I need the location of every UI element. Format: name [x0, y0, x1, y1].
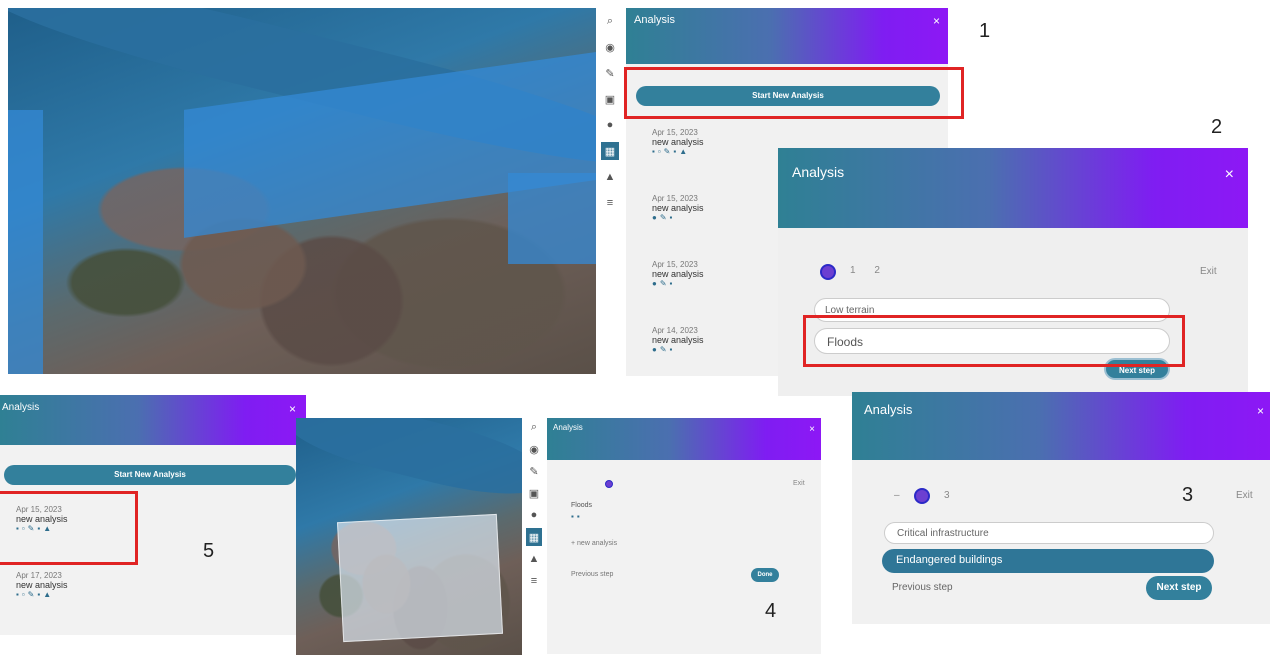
- option-endangered-buildings[interactable]: Endangered buildings: [882, 549, 1214, 573]
- item-actions[interactable]: ●✎▪: [652, 279, 782, 288]
- search-icon[interactable]: ⌕: [526, 418, 542, 436]
- analysis-panel-summary: Analysis × Exit Floods ▪▪ + new analysis…: [547, 418, 821, 654]
- menu-icon[interactable]: ≡: [601, 194, 619, 212]
- close-icon[interactable]: ×: [1257, 404, 1264, 418]
- step-label-1: 1: [979, 20, 991, 42]
- step-back-icon[interactable]: –: [894, 490, 900, 501]
- search-icon[interactable]: ⌕: [601, 12, 619, 30]
- option-label: Endangered buildings: [896, 554, 1003, 566]
- new-analysis-link[interactable]: + new analysis: [571, 540, 617, 547]
- analysis-icon[interactable]: ▦: [601, 142, 619, 160]
- highlight-box-2: [803, 315, 1185, 367]
- panel-header: Analysis ×: [778, 148, 1248, 228]
- step-counter: 3: [944, 490, 950, 501]
- close-icon[interactable]: ×: [1225, 166, 1234, 184]
- step-label-2: 2: [1211, 116, 1223, 138]
- option-critical-infrastructure[interactable]: Critical infrastructure: [884, 522, 1214, 544]
- exit-link[interactable]: Exit: [793, 480, 805, 487]
- analysis-panel-step-3: Analysis × – 3 Exit Critical infrastruct…: [852, 392, 1270, 624]
- item-date: Apr 15, 2023: [652, 194, 698, 203]
- camera-icon[interactable]: ▣: [526, 484, 542, 502]
- panel-title: Analysis: [2, 402, 40, 413]
- exit-link[interactable]: Exit: [1200, 266, 1217, 277]
- option-label: Critical infrastructure: [897, 528, 989, 539]
- map-toolbar: ⌕ ◉ ✎ ▣ ● ▦ ▲ ≡: [526, 418, 542, 598]
- step-label-3: 3: [1182, 484, 1194, 506]
- step-label-5: 5: [203, 540, 215, 562]
- item-actions[interactable]: ●✎▪: [652, 345, 782, 354]
- item-name: new analysis: [652, 203, 704, 213]
- item-date: Apr 14, 2023: [652, 326, 698, 335]
- item-name: new analysis: [652, 269, 704, 279]
- item-name: new analysis: [16, 580, 68, 590]
- step-indicator-icon: [820, 264, 836, 280]
- step-counter: 1 2: [850, 265, 888, 276]
- summary-icons[interactable]: ▪▪: [571, 512, 583, 521]
- close-icon[interactable]: ×: [933, 14, 940, 28]
- chart-icon[interactable]: ▲: [526, 550, 542, 568]
- analysis-icon[interactable]: ▦: [526, 528, 542, 546]
- analysis-overlay: [336, 513, 504, 643]
- layers-icon[interactable]: ◉: [601, 38, 619, 56]
- satellite-map-small[interactable]: [296, 418, 522, 655]
- layers-icon[interactable]: ◉: [526, 440, 542, 458]
- panel-title: Analysis: [864, 402, 913, 417]
- item-actions[interactable]: ▪▫✎▪▲: [652, 147, 782, 156]
- previous-step-link[interactable]: Previous step: [892, 582, 953, 593]
- item-date: Apr 15, 2023: [652, 128, 698, 137]
- step-label-4: 4: [765, 600, 777, 622]
- list-item[interactable]: Apr 17, 2023 new analysis ▪▫✎▪▲: [16, 571, 136, 599]
- pencil-icon[interactable]: ✎: [526, 462, 542, 480]
- panel-header: Analysis ×: [626, 8, 948, 64]
- next-step-button[interactable]: Next step: [1146, 576, 1212, 600]
- highlight-box-5: [0, 491, 138, 565]
- panel-title: Analysis: [553, 423, 583, 432]
- item-date: Apr 15, 2023: [652, 260, 698, 269]
- eye-icon[interactable]: ●: [601, 116, 619, 134]
- item-date: Apr 17, 2023: [16, 571, 62, 580]
- close-icon[interactable]: ×: [809, 424, 815, 435]
- highlight-box-1: [624, 67, 964, 119]
- summary-label: Floods: [571, 502, 593, 509]
- previous-step-link[interactable]: Previous step: [571, 571, 613, 578]
- menu-icon[interactable]: ≡: [526, 572, 542, 590]
- list-item[interactable]: Apr 15, 2023 new analysis ●✎▪: [652, 260, 782, 288]
- start-new-analysis-button[interactable]: Start New Analysis: [4, 465, 296, 485]
- item-name: new analysis: [652, 137, 704, 147]
- satellite-map-main[interactable]: [8, 8, 596, 374]
- close-icon[interactable]: ×: [289, 402, 296, 416]
- panel-header: Analysis ×: [852, 392, 1270, 460]
- item-actions[interactable]: ●✎▪: [652, 213, 782, 222]
- panel-header: Analysis ×: [547, 418, 821, 460]
- list-item[interactable]: Apr 15, 2023 new analysis ●✎▪: [652, 194, 782, 222]
- list-item[interactable]: Apr 15, 2023 new analysis ▪▫✎▪▲: [652, 128, 782, 156]
- step-indicator-icon: [605, 480, 613, 488]
- item-actions[interactable]: ▪▫✎▪▲: [16, 590, 136, 599]
- step-indicator-icon: [914, 488, 930, 504]
- panel-title: Analysis: [634, 14, 675, 26]
- exit-link[interactable]: Exit: [1236, 490, 1253, 501]
- list-item[interactable]: Apr 14, 2023 new analysis ●✎▪: [652, 326, 782, 354]
- panel-header: Analysis ×: [0, 395, 306, 445]
- panel-title: Analysis: [792, 164, 845, 180]
- camera-icon[interactable]: ▣: [601, 90, 619, 108]
- chart-icon[interactable]: ▲: [601, 168, 619, 186]
- item-name: new analysis: [652, 335, 704, 345]
- eye-icon[interactable]: ●: [526, 506, 542, 524]
- map-toolbar: ⌕ ◉ ✎ ▣ ● ▦ ▲ ≡: [601, 12, 619, 232]
- pencil-icon[interactable]: ✎: [601, 64, 619, 82]
- done-button[interactable]: Done: [751, 568, 779, 582]
